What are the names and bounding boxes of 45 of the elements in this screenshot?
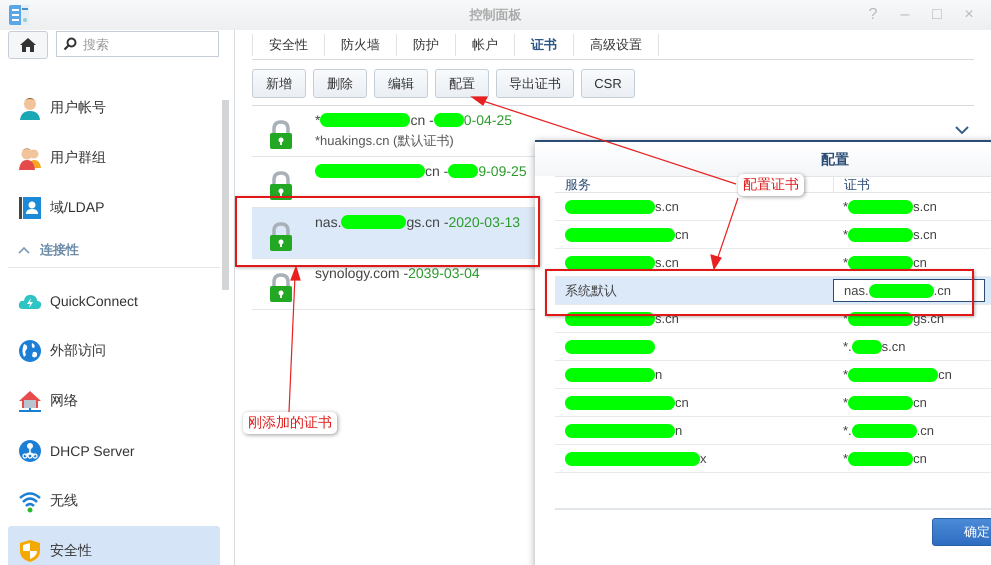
text: n xyxy=(655,367,662,382)
text: * xyxy=(843,199,848,214)
column-header: 服务 xyxy=(565,176,591,194)
callout-label: 刚添加的证书 xyxy=(243,412,337,434)
text: cn - xyxy=(410,112,434,128)
text: cn xyxy=(675,227,689,242)
date-text: 9-09-25 xyxy=(478,163,527,179)
text: s.cn xyxy=(655,255,679,270)
text: cn xyxy=(913,255,927,270)
text: cn xyxy=(913,395,927,410)
text: cn xyxy=(675,395,689,410)
text: n xyxy=(675,423,682,438)
callout-label: 配置证书 xyxy=(738,174,804,196)
text: * xyxy=(843,227,848,242)
dialog-title: 配置 xyxy=(535,142,991,176)
date-text: 0-04-25 xyxy=(464,112,512,128)
text: * xyxy=(843,451,848,466)
text: nas. xyxy=(844,283,869,298)
window-title: 控制面板 xyxy=(470,6,522,24)
text: .cn xyxy=(916,423,934,438)
text: gs.cn xyxy=(913,311,944,326)
text: s.cn xyxy=(913,227,937,242)
text: s.cn xyxy=(655,311,679,326)
date-text: 2020-03-13 xyxy=(448,214,520,230)
text: s.cn xyxy=(655,199,679,214)
text: cn - xyxy=(425,163,448,179)
text: cn xyxy=(913,451,927,466)
text: synology.com - xyxy=(315,265,408,281)
text: x xyxy=(700,451,706,466)
text: *. xyxy=(843,339,852,354)
text: * xyxy=(843,395,848,410)
text: s.cn xyxy=(913,199,937,214)
text: nas. xyxy=(315,214,342,230)
text: 系统默认 xyxy=(565,282,617,300)
text: gs.cn - xyxy=(406,214,448,230)
text: cn xyxy=(938,367,952,382)
text: * xyxy=(843,255,848,270)
column-header: 证书 xyxy=(844,176,870,194)
date-text: 2039-03-04 xyxy=(408,265,480,281)
text: *. xyxy=(843,423,852,438)
default-certificate-label: *huakings.cn (默认证书) xyxy=(315,132,455,150)
text: s.cn xyxy=(882,339,906,354)
text: * xyxy=(315,112,320,128)
text: * xyxy=(843,367,848,382)
text: .cn xyxy=(934,283,951,298)
